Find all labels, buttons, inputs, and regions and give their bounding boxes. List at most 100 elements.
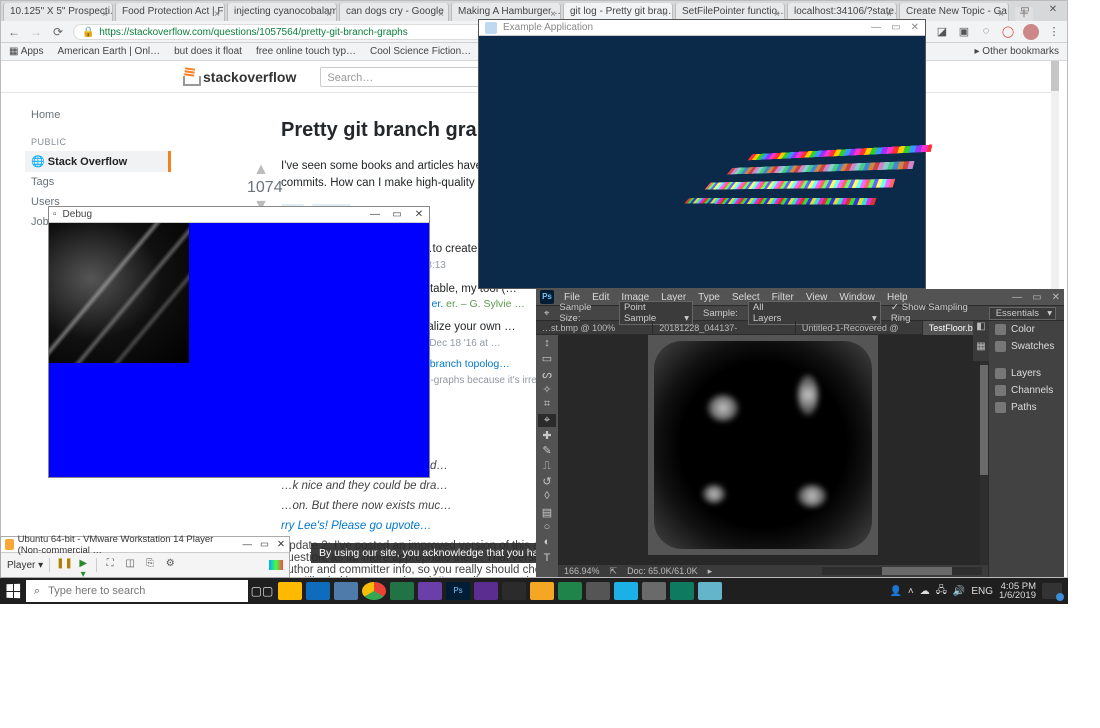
taskbar-vs[interactable] bbox=[472, 578, 500, 604]
bookmark-item[interactable]: but does it float bbox=[174, 46, 242, 57]
debug-window[interactable]: ▫ Debug — ▭ ✕ bbox=[48, 206, 430, 478]
browser-tab-3[interactable]: can dogs cry - Google …× bbox=[339, 3, 449, 21]
type-tool-icon[interactable]: T bbox=[538, 552, 556, 565]
taskbar-app[interactable] bbox=[332, 578, 360, 604]
dodge-tool-icon[interactable]: ◐ bbox=[538, 536, 556, 549]
close-button[interactable]: ✕ bbox=[413, 209, 425, 220]
close-button[interactable]: ✕ bbox=[1052, 292, 1060, 303]
so-logo[interactable]: stackoverflow bbox=[181, 68, 296, 86]
tab-close-icon[interactable]: × bbox=[438, 6, 444, 21]
maximize-button[interactable]: ▭ bbox=[391, 209, 403, 220]
nav-home[interactable]: Home bbox=[31, 105, 171, 125]
eraser-tool-icon[interactable]: ◊ bbox=[538, 490, 556, 503]
chrome-menu-icon[interactable]: ⋮ bbox=[1047, 25, 1061, 39]
taskbar-app[interactable] bbox=[584, 578, 612, 604]
maximize-button[interactable]: ▭ bbox=[1032, 292, 1041, 303]
ext-icon-1[interactable]: ◪ bbox=[935, 25, 949, 39]
devices-button[interactable]: ⚙ bbox=[163, 558, 177, 572]
tray-chevron-up-icon[interactable]: ˄ bbox=[908, 586, 914, 597]
taskbar-maps[interactable] bbox=[668, 578, 696, 604]
healing-tool-icon[interactable]: ✚ bbox=[538, 429, 556, 442]
tray-network-icon[interactable]: 🖧 bbox=[936, 583, 947, 600]
taskbar-app[interactable] bbox=[388, 578, 416, 604]
comment-link[interactable]: g branch topolog… bbox=[421, 358, 510, 370]
menu-help[interactable]: Help bbox=[887, 292, 908, 303]
debug-titlebar[interactable]: ▫ Debug — ▭ ✕ bbox=[49, 207, 429, 223]
doc-tab-0[interactable]: …st.bmp @ 100% (RGB…× bbox=[536, 321, 653, 335]
action-center-button[interactable] bbox=[1042, 583, 1062, 599]
maximize-button[interactable]: ▭ bbox=[891, 22, 900, 33]
ps-canvas[interactable] bbox=[648, 335, 878, 555]
nav-stackoverflow[interactable]: 🌐 Stack Overflow bbox=[25, 151, 171, 172]
history-brush-icon[interactable]: ↺ bbox=[538, 475, 556, 488]
fullscreen-button[interactable]: ⛶ bbox=[103, 558, 117, 572]
close-button[interactable]: ✕ bbox=[277, 539, 285, 550]
eyedropper-icon[interactable]: ⌖ bbox=[544, 308, 549, 319]
panel-strip-icon[interactable]: ◧ bbox=[973, 321, 989, 341]
workspace-select[interactable]: Essentials bbox=[989, 307, 1056, 320]
vmware-titlebar[interactable]: Ubuntu 64-bit - VMware Workstation 14 Pl… bbox=[1, 537, 289, 553]
tray-volume-icon[interactable]: 🔊 bbox=[953, 586, 965, 597]
taskbar-app[interactable] bbox=[696, 578, 724, 604]
minimize-button[interactable]: — bbox=[871, 22, 881, 33]
tab-close-icon[interactable]: × bbox=[998, 6, 1004, 21]
lasso-tool-icon[interactable]: ᔕ bbox=[538, 368, 556, 381]
doc-tab-2[interactable]: Untitled-1-Recovered @ 16…× bbox=[796, 321, 923, 335]
panel-layers[interactable]: Layers bbox=[989, 365, 1064, 382]
taskbar-app[interactable] bbox=[640, 578, 668, 604]
nav-forward-button[interactable]: → bbox=[29, 25, 43, 39]
ext-icon-4[interactable]: ◯ bbox=[1001, 25, 1015, 39]
tray-people-icon[interactable]: 👤 bbox=[889, 586, 901, 597]
taskbar-app[interactable] bbox=[304, 578, 332, 604]
taskbar-app[interactable] bbox=[528, 578, 556, 604]
taskbar-search[interactable]: ⌕ Type here to search bbox=[26, 580, 248, 602]
panel-channels[interactable]: Channels bbox=[989, 382, 1064, 399]
other-bookmarks[interactable]: ▸ Other bookmarks bbox=[974, 46, 1059, 57]
brush-tool-icon[interactable]: ✎ bbox=[538, 444, 556, 457]
play-button[interactable]: ▶ ▾ bbox=[76, 558, 90, 572]
taskbar-app[interactable] bbox=[276, 578, 304, 604]
eyedropper-tool-icon[interactable]: ⌖ bbox=[538, 414, 556, 427]
example-titlebar[interactable]: Example Application — ▭ ✕ bbox=[479, 20, 925, 36]
bookmark-item[interactable]: American Earth | Onl… bbox=[57, 46, 160, 57]
taskbar-photoshop[interactable]: Ps bbox=[444, 578, 472, 604]
ps-canvas-area[interactable] bbox=[558, 335, 988, 565]
doc-tab-1[interactable]: 20181228_044137-Recovered.jpg× bbox=[653, 321, 796, 335]
browser-tab-2[interactable]: injecting cyanocobalam…× bbox=[227, 3, 337, 21]
taskbar-app[interactable] bbox=[556, 578, 584, 604]
panel-paths[interactable]: Paths bbox=[989, 399, 1064, 416]
ext-icon-2[interactable]: ▣ bbox=[957, 25, 971, 39]
browser-tab-0[interactable]: 10.125" X 5" Prospecti…× bbox=[3, 3, 113, 21]
taskbar-app[interactable] bbox=[612, 578, 640, 604]
minimize-button[interactable]: — bbox=[1012, 292, 1022, 303]
close-button[interactable]: ✕ bbox=[911, 22, 919, 33]
tray-cloud-icon[interactable]: ☁ bbox=[920, 586, 930, 597]
bookmark-item[interactable]: Cool Science Fiction… bbox=[370, 46, 471, 57]
panel-strip-icon[interactable]: ▦ bbox=[973, 341, 989, 361]
taskbar-chrome[interactable] bbox=[360, 578, 388, 604]
answer-link[interactable]: rry Lee's! Please go upvote… bbox=[281, 520, 432, 532]
nav-reload-button[interactable]: ⟳ bbox=[51, 25, 65, 39]
ps-zoom-level[interactable]: 166.94% bbox=[564, 566, 600, 576]
player-menu[interactable]: Player ▾ bbox=[7, 560, 43, 571]
blur-tool-icon[interactable]: ○ bbox=[538, 521, 556, 534]
tab-close-icon[interactable]: × bbox=[102, 6, 108, 21]
apps-button[interactable]: ▦ Apps bbox=[9, 46, 43, 57]
tray-language[interactable]: ENG bbox=[971, 586, 993, 597]
ps-vertical-scrollbar[interactable] bbox=[980, 335, 988, 565]
minimize-button[interactable]: — bbox=[369, 209, 381, 220]
panel-swatches[interactable]: Swatches bbox=[989, 338, 1064, 355]
panel-color[interactable]: Color bbox=[989, 321, 1064, 338]
menu-file[interactable]: File bbox=[564, 292, 580, 303]
start-button[interactable] bbox=[0, 578, 26, 604]
wand-tool-icon[interactable]: ✧ bbox=[538, 383, 556, 396]
menu-type[interactable]: Type bbox=[698, 292, 720, 303]
gradient-tool-icon[interactable]: ▤ bbox=[538, 506, 556, 519]
menu-edit[interactable]: Edit bbox=[592, 292, 609, 303]
snapshot-button[interactable]: ⎘ bbox=[143, 558, 157, 572]
task-view-button[interactable]: ▢▢ bbox=[248, 578, 276, 604]
vmware-window[interactable]: Ubuntu 64-bit - VMware Workstation 14 Pl… bbox=[0, 536, 290, 578]
ps-horizontal-scrollbar[interactable] bbox=[822, 567, 982, 575]
nav-tags[interactable]: Tags bbox=[31, 172, 171, 192]
tab-close-icon[interactable]: × bbox=[326, 6, 332, 21]
